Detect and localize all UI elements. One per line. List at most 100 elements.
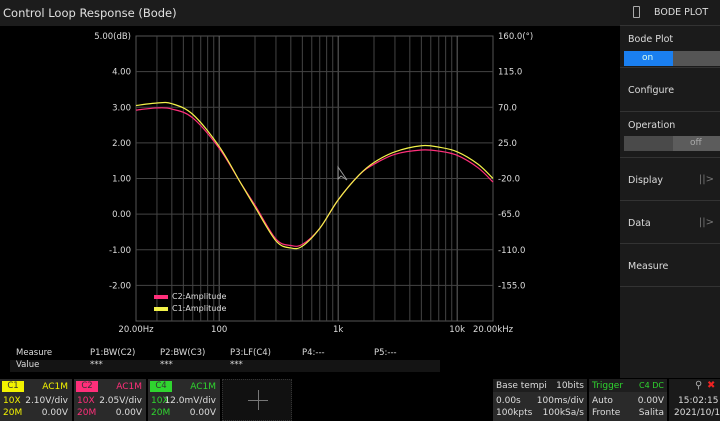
channel-tag: C2 — [76, 381, 98, 392]
measure-value: *** — [230, 360, 243, 370]
expand-icon: ||> — [698, 217, 714, 228]
display-button[interactable]: Display ||> — [620, 158, 720, 201]
series-line-c1-amplitude — [135, 101, 494, 250]
measure-value: Value — [16, 360, 40, 370]
y-left-tick-label: -1.00 — [109, 246, 131, 256]
trigger-label: Trigger — [592, 381, 624, 391]
y-left-tick-label: 0.00 — [112, 210, 131, 220]
measure-header: P3:LF(C4) — [230, 348, 271, 358]
right-panel: BODE PLOT Bode Plot on Configure Operati… — [620, 0, 720, 378]
bode-plot-toggle[interactable]: on — [624, 51, 720, 66]
status-panel: ⚲ ✖ 15:02:15 2021/10/1 — [669, 379, 720, 421]
timebase-label: Base tempi — [496, 381, 547, 391]
y-right-tick-label: -65.0 — [498, 210, 520, 220]
coupling: AC1M — [190, 382, 216, 392]
legend-label: C1:Amplitude — [172, 304, 226, 313]
plus-icon — [258, 390, 259, 410]
offset: 0.00V — [41, 408, 68, 418]
measure-header: P2:BW(C3) — [160, 348, 206, 358]
measure-header: P5:--- — [374, 348, 397, 358]
timebase-panel[interactable]: Base tempi 10bits 0.00s 100ms/div 100kpt… — [493, 379, 587, 421]
operation-toggle[interactable]: off — [624, 136, 720, 151]
bode-plot-section[interactable]: Bode Plot on — [620, 26, 720, 68]
y-right-tick-label: 160.0(°) — [498, 32, 533, 42]
panel-title: BODE PLOT — [654, 7, 709, 18]
y-left-tick-label: 1.00 — [112, 175, 131, 185]
clock-date: 2021/10/1 — [674, 408, 720, 418]
coupling: AC1M — [42, 382, 68, 392]
channel-c1[interactable]: C1 AC1M 10X 2.10V/div 20M 0.00V — [0, 379, 72, 421]
data-label: Data — [628, 218, 651, 229]
operation-label: Operation — [628, 120, 676, 131]
sample-rate: 100kSa/s — [542, 408, 584, 418]
x-tick-label: 20.00kHz — [473, 325, 514, 335]
scale: 2.05V/div — [99, 396, 142, 406]
channel-c2[interactable]: C2 AC1M 10X 2.05V/div 20M 0.00V — [74, 379, 146, 421]
configure-button[interactable]: Configure — [620, 68, 720, 112]
usb-icon: ⚲ — [695, 380, 703, 391]
legend-swatch — [154, 295, 168, 299]
trigger-source: C4 DC — [639, 381, 664, 390]
time-scale: 100ms/div — [536, 396, 584, 406]
measure-value: *** — [90, 360, 103, 370]
y-left-tick-label: 3.00 — [112, 103, 131, 113]
bandwidth: 20M — [3, 408, 23, 418]
legend-label: C2:Amplitude — [172, 292, 226, 301]
y-right-tick-label: 25.0 — [498, 139, 517, 149]
toggle-state: on — [642, 53, 654, 63]
y-right-tick-label: -110.0 — [498, 246, 525, 256]
scale: 2.10V/div — [25, 396, 68, 406]
operation-section[interactable]: Operation off — [620, 112, 720, 158]
points: 100kpts — [496, 408, 533, 418]
offset: 0.00V — [115, 408, 142, 418]
clock-time: 15:02:15 — [678, 396, 719, 406]
legend-swatch — [154, 307, 168, 311]
edge: Salita — [638, 408, 664, 418]
window-title: Control Loop Response (Bode) — [0, 0, 620, 26]
network-disconnected-icon: ✖ — [707, 380, 716, 391]
y-left-tick-label: 5.00(dB) — [94, 32, 131, 42]
bandwidth: 20M — [77, 408, 97, 418]
trigger-panel[interactable]: Trigger C4 DC Auto 0.00V Fronte Salita — [589, 379, 667, 421]
measure-value-row: Value *** *** *** — [10, 360, 440, 372]
toggle-state: off — [690, 138, 702, 148]
x-tick-label: 10k — [449, 325, 465, 335]
bits: 10bits — [556, 381, 584, 391]
channel-tag: C1 — [2, 381, 24, 392]
measure-table: Measure P1:BW(C2) P2:BW(C3) P3:LF(C4) P4… — [10, 347, 440, 373]
y-right-tick-label: -20.0 — [498, 175, 520, 185]
x-tick-label: 1k — [333, 325, 343, 335]
channel-tag: C4 — [150, 381, 172, 392]
y-right-tick-label: 115.0 — [498, 68, 522, 78]
scale: 12.0mV/div — [164, 396, 216, 406]
delay: 0.00s — [496, 396, 521, 406]
measure-header: P4:--- — [302, 348, 325, 358]
measure-button[interactable]: Measure — [620, 244, 720, 287]
y-left-tick-label: 4.00 — [112, 68, 131, 78]
x-tick-label: 20.00Hz — [118, 325, 154, 335]
bode-chart[interactable]: 20.00Hz 100 1k 10k 20.00kHz 5.00(dB) 4.00 3.00 2… — [0, 26, 620, 346]
trigger-level: 0.00V — [637, 396, 664, 406]
measure-value: *** — [160, 360, 173, 370]
bandwidth: 20M — [151, 408, 171, 418]
display-label: Display — [628, 175, 664, 186]
y-left-tick-label: -2.00 — [109, 281, 131, 291]
y-right-tick-label: 70.0 — [498, 103, 517, 113]
document-icon — [633, 6, 640, 18]
trigger-mode: Auto — [592, 396, 613, 406]
y-right-tick-label: -155.0 — [498, 281, 525, 291]
edge-label: Fronte — [592, 408, 621, 418]
offset: 0.00V — [189, 408, 216, 418]
add-channel-button[interactable] — [222, 379, 292, 421]
expand-icon: ||> — [698, 174, 714, 185]
measure-header: Measure — [16, 348, 53, 358]
coupling: AC1M — [116, 382, 142, 392]
panel-header: BODE PLOT — [620, 0, 720, 26]
channel-c4[interactable]: C4 AC1M 10X 12.0mV/div 20M 0.00V — [148, 379, 220, 421]
probe: 10X — [3, 396, 21, 406]
bode-plot-label: Bode Plot — [628, 34, 674, 45]
data-button[interactable]: Data ||> — [620, 201, 720, 244]
x-tick-label: 100 — [211, 325, 227, 335]
measure-header: P1:BW(C2) — [90, 348, 136, 358]
series-line-c2-amplitude — [135, 107, 494, 247]
